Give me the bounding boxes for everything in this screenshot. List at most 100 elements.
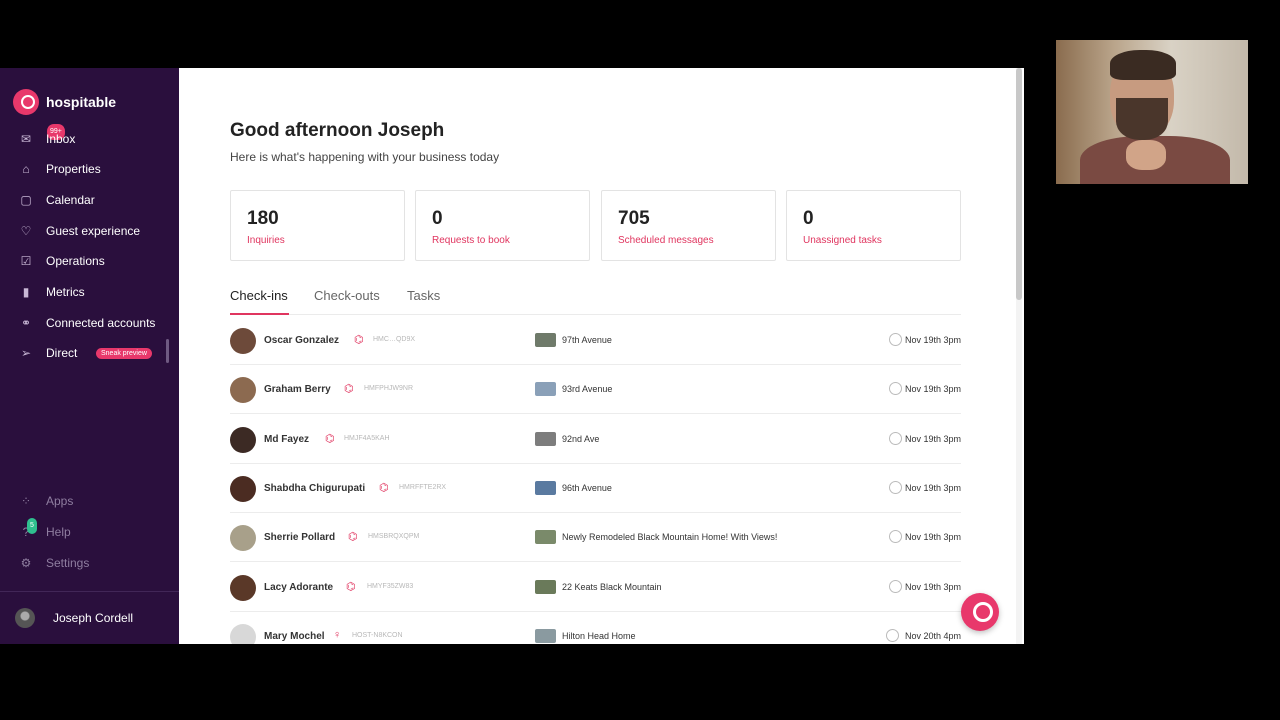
- guest-avatar: [230, 328, 256, 354]
- table-row[interactable]: Md Fayez ⌬ HMJF4A5KAH 92nd Ave Nov 19th 3pm: [230, 414, 961, 464]
- tab-check-outs[interactable]: Check-outs: [314, 288, 380, 303]
- heart-icon: ♡: [20, 224, 32, 238]
- tab-tasks[interactable]: Tasks: [407, 288, 440, 303]
- checkin-date: Nov 19th 3pm: [904, 532, 961, 542]
- sidebar-item-inbox[interactable]: ✉ 99+ Inbox: [0, 124, 179, 151]
- stat-label: Scheduled messages: [618, 235, 714, 246]
- hospitable-icon: ♀: [333, 629, 342, 641]
- reservation-code: HMSBRQXQPM: [368, 533, 420, 540]
- table-row[interactable]: Oscar Gonzalez ⌬ HMC…QD9X 97th Avenue Nov 19…: [230, 315, 961, 365]
- clock-icon: [889, 333, 902, 346]
- checkin-date: Nov 19th 3pm: [904, 335, 961, 345]
- guest-name[interactable]: Oscar Gonzalez: [264, 335, 339, 346]
- clock-icon: [889, 530, 902, 543]
- property-name[interactable]: 93rd Avenue: [562, 384, 612, 394]
- sidebar-item-label: Guest experience: [46, 224, 141, 238]
- guest-name[interactable]: Lacy Adorante: [264, 582, 333, 593]
- sidebar-item-settings[interactable]: ⚙ Settings: [0, 551, 179, 575]
- reservation-code: HMFPHJW9NR: [364, 385, 413, 392]
- checkin-date: Nov 19th 3pm: [904, 483, 961, 493]
- sidebar-item-properties[interactable]: ⌂ Properties: [0, 157, 179, 181]
- guest-name[interactable]: Graham Berry: [264, 384, 331, 395]
- stat-card-scheduled-messages[interactable]: 705 Scheduled messages: [601, 190, 776, 261]
- stat-label: Requests to book: [432, 235, 510, 246]
- property-thumbnail: [535, 432, 556, 446]
- avatar: [15, 608, 35, 628]
- sidebar-item-connected-accounts[interactable]: ⚭ Connected accounts: [0, 311, 179, 335]
- help-badge: 5: [27, 518, 37, 534]
- sidebar-item-operations[interactable]: ☑ Operations: [0, 249, 179, 273]
- stat-value: 0: [432, 208, 443, 229]
- help-icon: ? 5: [19, 518, 37, 539]
- sidebar-item-label: Properties: [46, 162, 101, 176]
- property-name[interactable]: 96th Avenue: [562, 483, 612, 493]
- user-menu[interactable]: Joseph Cordell: [15, 608, 133, 628]
- sidebar-item-label: Direct: [46, 346, 78, 360]
- stat-label: Inquiries: [247, 235, 285, 246]
- page-subtitle: Here is what's happening with your busin…: [230, 150, 500, 164]
- guest-name[interactable]: Shabdha Chigurupati: [264, 483, 365, 494]
- user-name: Joseph Cordell: [53, 611, 134, 625]
- sidebar-item-label: Calendar: [46, 193, 95, 207]
- reservation-code: HMYF35ZW83: [367, 583, 414, 590]
- clock-icon: [889, 481, 902, 494]
- home-icon: ⌂: [22, 162, 30, 176]
- property-thumbnail: [535, 629, 556, 643]
- property-thumbnail: [535, 382, 556, 396]
- stat-label: Unassigned tasks: [803, 235, 882, 246]
- table-row[interactable]: Shabdha Chigurupati ⌬ HMRFFTE2RX 96th Avenu…: [230, 463, 961, 513]
- checkin-date: Nov 20th 4pm: [904, 631, 961, 641]
- property-name[interactable]: 97th Avenue: [562, 335, 612, 345]
- guest-name[interactable]: Md Fayez: [264, 434, 309, 445]
- sidebar: hospitable ✉ 99+ Inbox ⌂ Properties ▢ Cal…: [0, 68, 179, 644]
- guest-name[interactable]: Mary Mochel: [264, 631, 325, 642]
- tab-bar: Check-ins Check-outs Tasks: [230, 288, 961, 315]
- stat-value: 180: [247, 208, 279, 229]
- chat-launcher-button[interactable]: [961, 593, 999, 631]
- property-thumbnail: [535, 580, 556, 594]
- table-row[interactable]: Mary Mochel ♀ HOST-N8KCON Hilton Head Home N…: [230, 611, 961, 644]
- sidebar-scrollbar[interactable]: [166, 339, 169, 363]
- sidebar-item-label: Metrics: [46, 285, 85, 299]
- stat-card-unassigned-tasks[interactable]: 0 Unassigned tasks: [786, 190, 961, 261]
- calendar-icon: ▢: [20, 193, 32, 207]
- checkbox-icon: ☑: [20, 254, 32, 268]
- send-icon: ➢: [20, 346, 32, 360]
- property-name[interactable]: 92nd Ave: [562, 434, 599, 444]
- guest-name[interactable]: Sherrie Pollard: [264, 532, 335, 543]
- table-row[interactable]: Sherrie Pollard ⌬ HMSBRQXQPM Newly Remodele…: [230, 512, 961, 562]
- clock-icon: [889, 382, 902, 395]
- presenter-beard: [1116, 98, 1168, 140]
- property-name[interactable]: 22 Keats Black Mountain: [562, 582, 662, 592]
- sidebar-divider: [0, 591, 179, 592]
- tab-check-ins[interactable]: Check-ins: [230, 288, 288, 303]
- sidebar-item-direct[interactable]: ➢ Direct Sneak preview: [0, 341, 179, 365]
- sidebar-item-metrics[interactable]: ▮ Metrics: [0, 280, 179, 304]
- table-row[interactable]: Lacy Adorante ⌬ HMYF35ZW83 22 Keats Black M…: [230, 562, 961, 612]
- main-scrollbar[interactable]: [1016, 68, 1022, 644]
- sidebar-item-guest-experience[interactable]: ♡ Guest experience: [0, 219, 179, 243]
- reservation-code: HMRFFTE2RX: [399, 484, 447, 491]
- property-name[interactable]: Newly Remodeled Black Mountain Home! Wit…: [562, 532, 777, 542]
- property-name[interactable]: Hilton Head Home: [562, 631, 636, 641]
- stat-value: 0: [803, 208, 814, 229]
- sidebar-item-help[interactable]: ? 5 Help: [0, 518, 179, 544]
- sidebar-item-label: Inbox: [46, 132, 76, 146]
- property-thumbnail: [535, 530, 556, 544]
- logo[interactable]: hospitable: [13, 89, 116, 115]
- guest-avatar: [230, 377, 256, 403]
- guest-avatar: [230, 476, 256, 502]
- guest-avatar: [230, 624, 256, 644]
- app-window: hospitable ✉ 99+ Inbox ⌂ Properties ▢ Cal…: [0, 68, 1024, 644]
- guest-avatar: [230, 427, 256, 453]
- table-row[interactable]: Graham Berry ⌬ HMFPHJW9NR 93rd Avenue Nov 19…: [230, 364, 961, 414]
- sidebar-item-apps[interactable]: ⁘ Apps: [0, 489, 179, 513]
- main-content: Good afternoon Joseph Here is what's hap…: [179, 68, 1024, 644]
- sidebar-item-calendar[interactable]: ▢ Calendar: [0, 188, 179, 212]
- app-name: hospitable: [46, 94, 117, 110]
- guest-avatar: [230, 575, 256, 601]
- stat-card-inquiries[interactable]: 180 Inquiries: [230, 190, 405, 261]
- gear-icon: ⚙: [20, 556, 32, 570]
- scrollbar-thumb[interactable]: [1016, 68, 1022, 300]
- stat-card-requests[interactable]: 0 Requests to book: [415, 190, 590, 261]
